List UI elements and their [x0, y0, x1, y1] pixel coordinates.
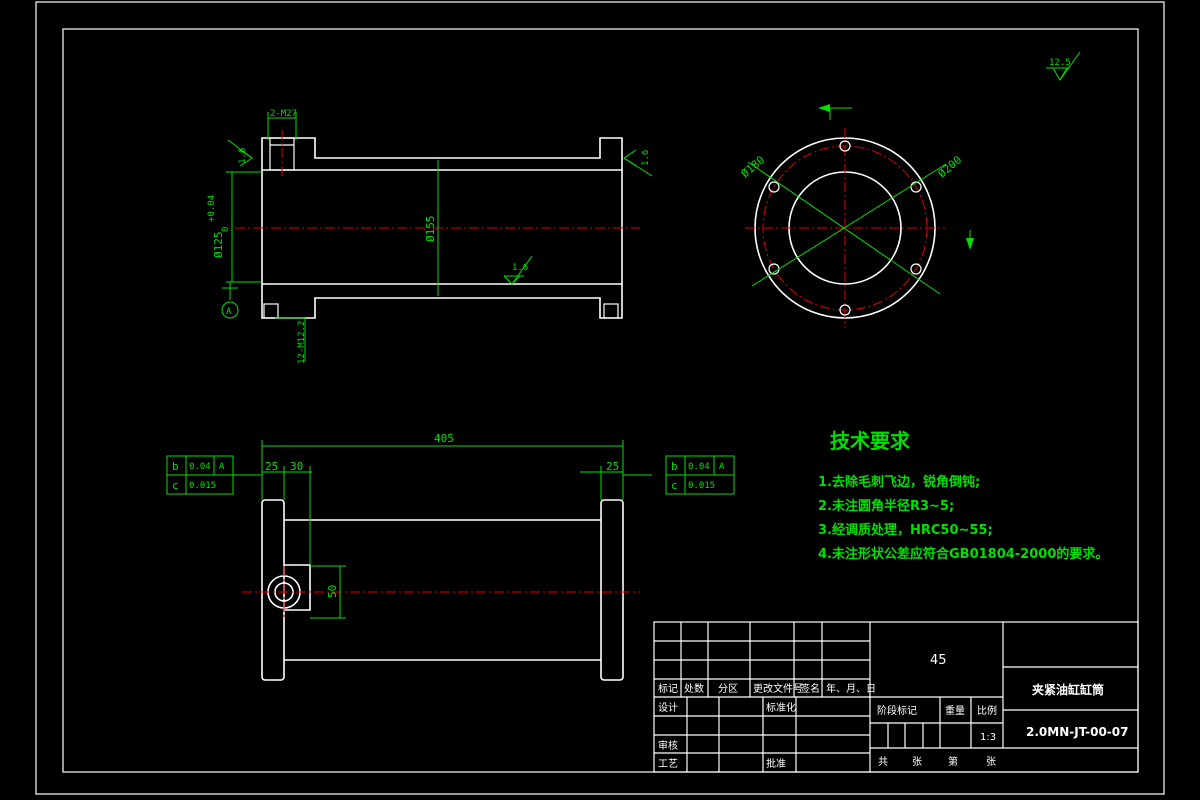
end-view: Ø180 Ø200 [739, 104, 974, 328]
svg-text:共: 共 [878, 756, 888, 768]
tech-requirement-item: 4.未注形状公差应符合GB01804-2000的要求。 [818, 546, 1108, 562]
left-flange [261, 499, 285, 681]
svg-text:0.04: 0.04 [688, 462, 710, 472]
tolerance-frame-left: b 0.04 A c 0.015 [166, 455, 234, 495]
global-roughness-value: 12.5 [1049, 58, 1071, 68]
svg-text:b: b [172, 460, 179, 473]
svg-text:c: c [671, 479, 678, 492]
right-flange-width-label: 25 [606, 460, 619, 473]
svg-text:A: A [219, 462, 225, 472]
svg-text:0.015: 0.015 [189, 481, 216, 491]
bottom-thread-bore-left [263, 303, 279, 319]
plan-view: 405 25 30 25 50 [232, 432, 652, 681]
svg-text:年、月、日: 年、月、日 [826, 682, 876, 695]
svg-text:工艺: 工艺 [658, 758, 678, 770]
roughness-mark-left: 1.6 [227, 139, 253, 167]
bore-tolerance-lower: 0 [221, 227, 231, 232]
svg-text:1.6: 1.6 [238, 148, 248, 164]
roughness-mark-bore: 1.6 [503, 255, 533, 285]
svg-text:A: A [226, 307, 232, 317]
tolerance-frame-right: b 0.04 A c 0.015 [665, 455, 735, 495]
drawing-number: 2.0MN-JT-00-07 [1026, 725, 1128, 739]
svg-text:b: b [671, 460, 678, 473]
svg-text:第: 第 [948, 755, 958, 768]
svg-text:标准化: 标准化 [766, 701, 796, 714]
boss-height-label: 50 [326, 585, 339, 598]
top-wall-section [261, 137, 623, 171]
svg-text:处数: 处数 [684, 682, 704, 695]
bolt-circle-diameter-label: Ø180 [739, 153, 768, 180]
section-view: Ø125 +0.04 0 Ø155 2-M27 12-M12.2 1.6 1.6 [207, 109, 653, 364]
svg-text:A: A [719, 462, 725, 472]
roughness-mark-right: 1.6 [623, 149, 653, 177]
svg-text:张: 张 [912, 756, 922, 768]
svg-text:签名: 签名 [800, 682, 820, 695]
svg-text:1.6: 1.6 [641, 150, 651, 166]
svg-text:c: c [172, 479, 179, 492]
svg-text:分区: 分区 [718, 683, 738, 695]
tech-requirements: 技术要求 1.去除毛刺飞边，锐角倒钝; 2.未注圆角半径R3~5; 3.经调质处… [818, 429, 1108, 562]
right-flange [600, 499, 624, 681]
scale-value: 1:3 [980, 732, 996, 743]
top-thread-label: 2-M27 [270, 109, 297, 119]
svg-text:重量: 重量 [945, 704, 965, 717]
tech-requirements-title: 技术要求 [830, 429, 911, 453]
title-block: 标记 处数 分区 更改文件号 签名 年、月、日 设计 标准化 审核 工艺 批准 … [653, 621, 1139, 773]
tech-requirement-item: 3.经调质处理，HRC50~55; [818, 522, 993, 538]
material-label: 45 [930, 653, 947, 668]
flange-diameter-label: Ø200 [936, 153, 965, 180]
bottom-thread-bore-right [603, 303, 619, 319]
bore-tolerance-upper: +0.04 [207, 195, 217, 222]
sheet-border [35, 1, 1165, 795]
outer-diameter-label: Ø155 [424, 216, 437, 243]
bore-diameter-label: Ø125 [212, 232, 225, 259]
svg-text:张: 张 [986, 756, 996, 768]
svg-text:标记: 标记 [658, 683, 678, 695]
bottom-wall-section [261, 283, 623, 319]
port-offset-label: 30 [290, 460, 303, 473]
tech-requirement-item: 2.未注圆角半径R3~5; [818, 498, 954, 514]
drawing-canvas: 12.5 Ø125 +0.04 0 Ø155 2-M27 12-M12.2 1.… [35, 1, 1165, 795]
scale-header: 比例 [977, 704, 997, 717]
tech-requirement-item: 1.去除毛刺飞边，锐角倒钝; [818, 474, 980, 490]
svg-text:0.015: 0.015 [688, 481, 715, 491]
global-roughness-symbol: 12.5 [1046, 51, 1081, 81]
svg-text:更改文件号: 更改文件号 [753, 682, 803, 695]
svg-text:设计: 设计 [658, 701, 678, 714]
part-name: 夹紧油缸缸筒 [1032, 682, 1104, 697]
bolt-hole [768, 181, 780, 193]
overall-length-label: 405 [434, 432, 454, 445]
svg-text:批准: 批准 [766, 757, 786, 770]
svg-text:0.04: 0.04 [189, 462, 211, 472]
svg-text:审核: 审核 [658, 739, 678, 752]
left-flange-width-label: 25 [265, 460, 278, 473]
bottom-thread-label: 12-M12.2 [297, 321, 307, 364]
svg-text:阶段标记: 阶段标记 [877, 704, 917, 717]
datum-a-symbol: A [221, 282, 239, 319]
svg-text:1.6: 1.6 [512, 263, 528, 273]
